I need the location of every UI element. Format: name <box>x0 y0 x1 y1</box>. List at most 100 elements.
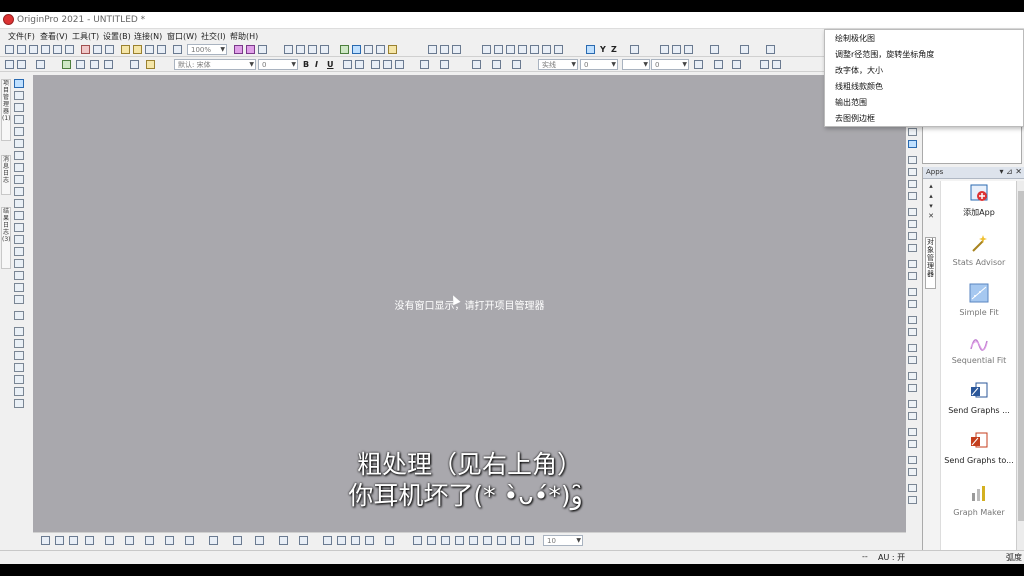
zoom-fit-icon[interactable] <box>908 400 917 408</box>
symbol-color-icon[interactable] <box>694 60 703 69</box>
save-template-icon[interactable] <box>157 45 166 54</box>
greek-icon[interactable] <box>371 60 380 69</box>
line-symbol-icon[interactable] <box>69 536 78 545</box>
menu-item-adjust-radius[interactable]: 调整r径范围，旋转坐标角度 <box>835 49 934 60</box>
import-icon[interactable] <box>105 45 114 54</box>
polygon-icon[interactable] <box>14 259 24 268</box>
subscript-icon[interactable] <box>355 60 364 69</box>
table-object-icon[interactable] <box>14 327 24 336</box>
3d-rotate-left-icon[interactable] <box>413 536 422 545</box>
layer-icon[interactable] <box>5 60 14 69</box>
fill-color-icon[interactable] <box>472 60 481 69</box>
scatter-plot-icon[interactable] <box>530 45 539 54</box>
app-send-graphs-word[interactable]: Send Graphs ... <box>941 381 1016 416</box>
scatter-plot-icon[interactable] <box>55 536 64 545</box>
rescale-icon[interactable] <box>76 60 85 69</box>
open-icon[interactable] <box>121 45 130 54</box>
lock-icon[interactable] <box>14 375 24 384</box>
app-graph-maker[interactable]: Graph Maker <box>941 483 1016 518</box>
3d-tilt-icon[interactable] <box>441 536 450 545</box>
group-icon[interactable] <box>908 344 917 352</box>
same-width-icon[interactable] <box>908 288 917 296</box>
back-icon[interactable] <box>772 60 781 69</box>
save-icon[interactable] <box>145 45 154 54</box>
box-chart-icon[interactable] <box>125 536 134 545</box>
h-center-icon[interactable] <box>908 260 917 268</box>
tab-messages-log[interactable]: 消息日志 <box>1 155 11 195</box>
circle-icon[interactable] <box>14 271 24 280</box>
command-window-icon[interactable] <box>308 45 317 54</box>
region-select-icon[interactable] <box>14 163 24 172</box>
same-height-icon[interactable] <box>908 300 917 308</box>
insert-graph-icon[interactable] <box>14 283 24 292</box>
set-as-error-icon[interactable] <box>630 45 639 54</box>
italic-button[interactable]: I <box>315 60 318 69</box>
3d-fit-icon[interactable] <box>483 536 492 545</box>
pie-chart-icon[interactable] <box>105 536 114 545</box>
new-matrix-icon[interactable] <box>29 45 38 54</box>
line-symbol-icon[interactable] <box>542 45 551 54</box>
add-legend-icon[interactable] <box>90 60 99 69</box>
zoom-out-icon[interactable] <box>14 103 24 112</box>
move-left-icon[interactable] <box>660 45 669 54</box>
merge-icon[interactable] <box>14 387 24 396</box>
draw-data-icon[interactable] <box>14 187 24 196</box>
chevron-up-icon[interactable]: ▴ <box>924 181 938 191</box>
layer-icon[interactable] <box>908 168 917 176</box>
new-notes-icon[interactable] <box>81 45 90 54</box>
zoom-icon[interactable] <box>908 412 917 420</box>
mdi-workspace[interactable]: 没有窗口显示，请打开项目管理器 粗处理（见右上角） 你耳机坏了(* •̀ᴗ•́*… <box>33 75 906 535</box>
font-color-icon[interactable] <box>440 60 449 69</box>
align-left-icon[interactable] <box>323 536 332 545</box>
set-as-z-label[interactable]: Z <box>611 45 617 54</box>
equation-icon[interactable] <box>14 339 24 348</box>
table-icon[interactable] <box>364 45 373 54</box>
app-stats-advisor[interactable]: Stats Advisor <box>941 233 1016 268</box>
menu-window[interactable]: 窗口(W) <box>167 31 197 42</box>
chevron-up-icon[interactable]: ▴ <box>924 191 938 201</box>
rectangle-icon[interactable] <box>14 211 24 220</box>
align-bottom-icon[interactable] <box>365 536 374 545</box>
surface-icon[interactable] <box>165 536 174 545</box>
ungroup-icon[interactable] <box>908 356 917 364</box>
open-template-icon[interactable] <box>133 45 142 54</box>
new-excel-icon[interactable] <box>93 45 102 54</box>
code-builder-icon[interactable] <box>258 45 267 54</box>
right-align-icon[interactable] <box>908 220 917 228</box>
add-layer-icon[interactable] <box>17 60 26 69</box>
timestamp-icon[interactable] <box>14 363 24 372</box>
3d-reset-icon[interactable] <box>455 536 464 545</box>
font-combo[interactable]: 默认: 宋体 ▼ <box>174 59 256 70</box>
menu-connect[interactable]: 连接(N) <box>134 31 162 42</box>
flip-icon[interactable] <box>908 384 917 392</box>
3d-move-icon[interactable] <box>525 536 534 545</box>
set-as-y-label[interactable]: Y <box>600 45 606 54</box>
status-auto-update[interactable]: AU : 开 <box>878 552 905 563</box>
move-right-icon[interactable] <box>672 45 681 54</box>
3d-zoom-icon[interactable] <box>497 536 506 545</box>
collapse-icon[interactable] <box>908 496 917 504</box>
close-icon[interactable]: ✕ <box>924 211 938 221</box>
menu-item-font[interactable]: 改字体，大小 <box>835 65 883 76</box>
arrow-right-icon[interactable] <box>740 45 749 54</box>
app-center-icon[interactable] <box>388 45 397 54</box>
apps-icon[interactable] <box>908 140 917 148</box>
color-fill-icon[interactable] <box>246 45 255 54</box>
merge-graphs-icon[interactable] <box>36 60 45 69</box>
script-window-icon[interactable] <box>320 45 329 54</box>
project-explorer-icon[interactable] <box>284 45 293 54</box>
tab-results-log[interactable]: 结果日志 (3) <box>1 207 11 269</box>
symbol-combo[interactable]: ▼ <box>622 59 650 70</box>
set-values-icon[interactable] <box>452 45 461 54</box>
statistics-icon[interactable] <box>440 45 449 54</box>
app-add-app[interactable]: 添加App <box>941 183 1016 218</box>
status-angle-unit[interactable]: 弧度 <box>1006 552 1022 563</box>
menu-view[interactable]: 查看(V) <box>40 31 68 42</box>
line-plot-icon[interactable] <box>518 45 527 54</box>
polar-icon[interactable] <box>185 536 194 545</box>
layer-manager-icon[interactable] <box>14 311 24 320</box>
vector-icon[interactable] <box>209 536 218 545</box>
column-plot-icon[interactable] <box>85 536 94 545</box>
font-size-combo[interactable]: 0 ▼ <box>258 59 298 70</box>
insert-image-icon[interactable] <box>14 295 24 304</box>
